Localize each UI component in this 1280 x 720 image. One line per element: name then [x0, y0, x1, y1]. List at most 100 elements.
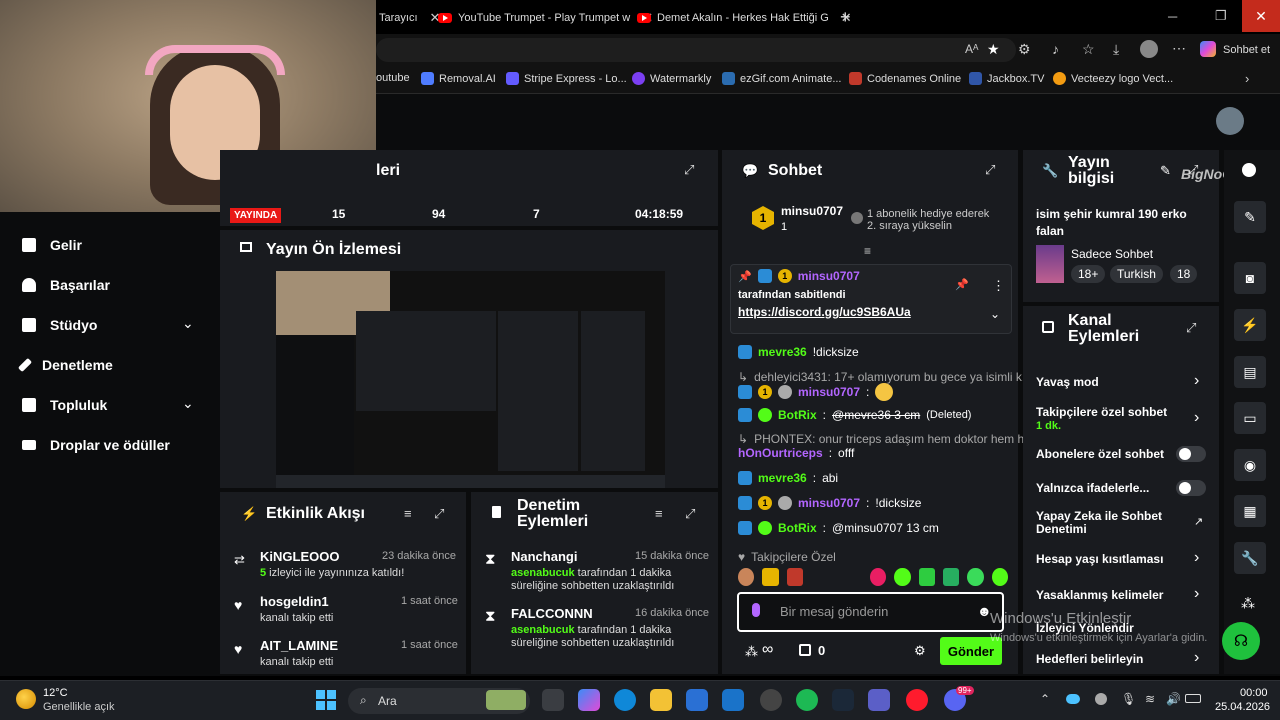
stream-preview-video[interactable]: [276, 271, 665, 488]
bookmark-jackbox[interactable]: Jackbox.TV: [969, 72, 1044, 85]
browser-essentials-icon[interactable]: ♪: [1052, 41, 1059, 57]
microphone-icon[interactable]: [752, 603, 760, 617]
tab-youtube-trumpet[interactable]: YouTube Trumpet - Play Trumpet w✕: [438, 6, 653, 30]
bookmark-codenames[interactable]: Codenames Online: [849, 72, 961, 85]
expand-icon[interactable]: ⤢: [434, 506, 444, 522]
unpin-icon[interactable]: 📌: [955, 278, 969, 291]
favorite-star-icon[interactable]: ★: [987, 41, 1000, 58]
edit-button[interactable]: ✎: [1234, 201, 1266, 233]
tag[interactable]: Turkish: [1110, 265, 1163, 283]
info-icon[interactable]: [1242, 163, 1256, 177]
emote-icon[interactable]: [786, 568, 804, 586]
expand-icon[interactable]: ⤢: [685, 506, 695, 522]
maximize-icon[interactable]: ❐: [1215, 8, 1227, 24]
emote-icon[interactable]: [762, 568, 779, 586]
chat-user[interactable]: BotRix: [778, 408, 817, 422]
bookmark-vecteezy[interactable]: Vecteezy logo Vect...: [1053, 72, 1173, 85]
chat-button[interactable]: ▭: [1234, 402, 1266, 434]
downloads-icon[interactable]: ⤓: [1113, 41, 1119, 58]
wifi-icon[interactable]: ≋: [1145, 692, 1155, 706]
close-window-button[interactable]: ✕: [1242, 0, 1280, 32]
emotes-only-toggle[interactable]: [1176, 480, 1206, 496]
external-link-icon[interactable]: ↗: [1194, 515, 1203, 528]
new-tab-button[interactable]: +: [840, 7, 851, 28]
expand-icon[interactable]: ⤢: [684, 162, 694, 178]
bookmark-youtube[interactable]: outube: [376, 72, 410, 84]
chat-user[interactable]: minsu0707: [798, 496, 860, 510]
action-set-goals[interactable]: Hedefleri belirleyin: [1036, 652, 1143, 666]
read-aloud-icon[interactable]: Aᴬ: [965, 42, 978, 56]
sidebar-item-basarilar[interactable]: Başarılar: [22, 277, 110, 293]
sidebar-item-droplar[interactable]: Droplar ve ödüller: [22, 437, 170, 453]
settings-gear-icon[interactable]: ⚙: [914, 643, 926, 659]
edit-icon[interactable]: ✎: [1160, 163, 1171, 179]
emote-icon[interactable]: [738, 568, 755, 586]
user-avatar[interactable]: [1216, 107, 1244, 135]
store-icon[interactable]: [686, 689, 708, 711]
address-bar[interactable]: [376, 38, 1016, 62]
activity-user[interactable]: hosgeldin1: [260, 594, 329, 609]
moderation-user[interactable]: FALCCONNN: [511, 606, 593, 621]
spotify-icon[interactable]: [796, 689, 818, 711]
moderation-user[interactable]: Nanchangi: [511, 549, 577, 564]
copilot-button[interactable]: Sohbet et: [1223, 44, 1270, 56]
mail-icon[interactable]: [722, 689, 744, 711]
camera-button[interactable]: ◙: [1234, 262, 1266, 294]
subscribers-only-toggle[interactable]: [1176, 446, 1206, 462]
obs-icon[interactable]: [760, 689, 782, 711]
steam-icon[interactable]: [832, 689, 854, 711]
emote-icon[interactable]: [991, 568, 1008, 586]
broadcast-button[interactable]: ◉: [1234, 449, 1266, 481]
favorites-icon[interactable]: ☆: [1082, 41, 1095, 58]
volume-icon[interactable]: 🔊: [1166, 692, 1181, 706]
action-account-age[interactable]: Hesap yaşı kısıtlaması: [1036, 552, 1163, 566]
pinned-user[interactable]: minsu0707: [798, 269, 860, 283]
profile-avatar[interactable]: [1140, 40, 1158, 58]
chat-user[interactable]: mevre36: [758, 345, 807, 359]
teams-icon[interactable]: [868, 689, 890, 711]
more-icon[interactable]: ⋮: [992, 278, 1005, 294]
tag[interactable]: 18+: [1071, 265, 1106, 283]
file-explorer-icon[interactable]: [650, 689, 672, 711]
pinned-link[interactable]: https://discord.gg/uc9SB6AUa: [738, 305, 911, 319]
lightning-button[interactable]: ⚡: [1234, 309, 1266, 341]
clock-date[interactable]: 25.04.2026: [1215, 701, 1270, 713]
vpn-icon[interactable]: [1095, 693, 1107, 705]
copilot-icon[interactable]: [578, 689, 600, 711]
extensions-icon[interactable]: ⚙: [1018, 41, 1031, 58]
tab-demet-akalin[interactable]: Demet Akalın - Herkes Hak Ettiği G ✕: [637, 6, 852, 30]
store-icon[interactable]: [799, 644, 811, 656]
emote-icon[interactable]: [942, 568, 960, 586]
sidebar-item-topluluk[interactable]: Topluluk: [22, 397, 107, 413]
sidebar-item-gelir[interactable]: Gelir: [22, 237, 82, 253]
chevron-down-icon[interactable]: ⌄: [182, 315, 194, 332]
chevron-right-icon[interactable]: ›: [1194, 585, 1199, 603]
top-gifter-name[interactable]: minsu0707: [781, 204, 843, 218]
bookmark-removal[interactable]: Removal.AI: [421, 72, 496, 85]
emote-icon[interactable]: [967, 568, 984, 586]
activity-user[interactable]: AIT_LAMINE: [260, 638, 338, 653]
action-ai-moderation[interactable]: Yapay Zeka ile Sohbet Denetimi: [1036, 510, 1176, 536]
chevron-down-icon[interactable]: ⌄: [990, 307, 1000, 321]
layout-button[interactable]: ▦: [1234, 495, 1266, 527]
action-slow-mode[interactable]: Yavaş mod: [1036, 375, 1099, 389]
category-name[interactable]: Sadece Sohbet: [1071, 247, 1153, 261]
start-button[interactable]: [316, 690, 336, 710]
emote-icon[interactable]: [918, 568, 935, 586]
chevron-right-icon[interactable]: ›: [1194, 549, 1199, 567]
sidebar-item-studyo[interactable]: Stüdyo: [22, 317, 97, 333]
expand-icon[interactable]: ⤢: [985, 162, 995, 178]
task-view-icon[interactable]: [542, 689, 564, 711]
collapse-icon[interactable]: ≡: [864, 244, 871, 258]
category-thumbnail[interactable]: [1036, 245, 1064, 283]
apps-icon[interactable]: ⁂: [1241, 595, 1255, 612]
chevron-down-icon[interactable]: ⌄: [182, 395, 194, 412]
expand-icon[interactable]: ⤢: [1186, 320, 1196, 336]
battery-icon[interactable]: [1185, 694, 1201, 703]
notes-button[interactable]: ▤: [1234, 356, 1266, 388]
sidebar-item-denetleme[interactable]: Denetleme: [17, 357, 113, 373]
chat-user[interactable]: mevre36: [758, 471, 807, 485]
filter-icon[interactable]: ≡: [404, 506, 412, 521]
tag[interactable]: 18: [1170, 265, 1198, 283]
chat-user[interactable]: hOnOurtriceps: [738, 446, 823, 460]
